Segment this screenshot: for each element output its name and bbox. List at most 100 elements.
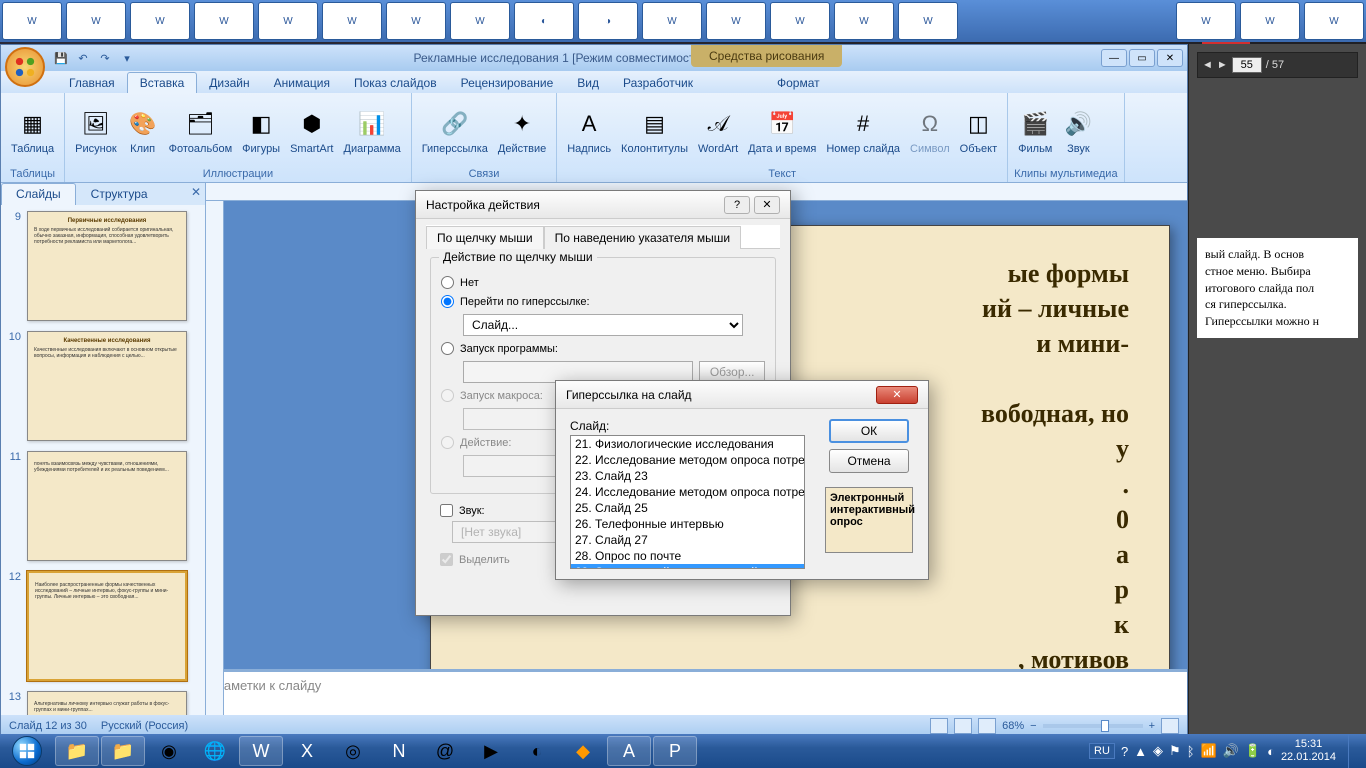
zoom-slider[interactable] — [1043, 724, 1143, 728]
tab-design[interactable]: Дизайн — [197, 73, 261, 93]
sound-button[interactable]: 🔊Звук — [1058, 105, 1098, 158]
taskbar-explorer[interactable]: 📁 — [55, 736, 99, 766]
fit-button[interactable] — [1161, 718, 1179, 734]
list-item[interactable]: 23. Слайд 23 — [571, 468, 804, 484]
radio-hyperlink[interactable]: Перейти по гиперссылке: — [441, 295, 765, 308]
slideshow-view-button[interactable] — [978, 718, 996, 734]
list-item[interactable]: 24. Исследование методом опроса потреби — [571, 484, 804, 500]
taskbar-doc[interactable]: W — [66, 2, 126, 40]
taskbar-doc[interactable]: W — [642, 2, 702, 40]
taskbar-doc[interactable]: W — [706, 2, 766, 40]
taskbar-excel[interactable]: X — [285, 736, 329, 766]
tab-animation[interactable]: Анимация — [262, 73, 342, 93]
object-button[interactable]: ◫Объект — [956, 105, 1001, 158]
taskbar-doc[interactable]: W — [130, 2, 190, 40]
qat-more-icon[interactable]: ▾ — [117, 48, 137, 68]
tray-icon[interactable]: ⚑ — [1169, 743, 1181, 759]
list-item[interactable]: 21. Физиологические исследования — [571, 436, 804, 452]
taskbar-app[interactable]: ◎ — [331, 736, 375, 766]
tab-insert[interactable]: Вставка — [127, 72, 198, 93]
tab-format[interactable]: Формат — [765, 73, 832, 93]
tab-onhover[interactable]: По наведению указателя мыши — [544, 226, 742, 249]
tray-icon[interactable]: ▲ — [1134, 744, 1147, 759]
table-button[interactable]: ▦Таблица — [7, 105, 58, 158]
taskbar-app[interactable]: ◐ — [515, 736, 559, 766]
taskbar-chrome[interactable]: 🌐 — [193, 736, 237, 766]
language-indicator[interactable]: RU — [1089, 743, 1115, 759]
list-item[interactable]: 28. Опрос по почте — [571, 548, 804, 564]
taskbar-doc[interactable]: W — [258, 2, 318, 40]
datetime-button[interactable]: 📅Дата и время — [744, 105, 820, 158]
taskbar-doc[interactable]: W — [1240, 2, 1300, 40]
close-button[interactable]: ✕ — [754, 196, 780, 214]
movie-button[interactable]: 🎬Фильм — [1014, 105, 1056, 158]
list-item[interactable]: 27. Слайд 27 — [571, 532, 804, 548]
taskbar-explorer[interactable]: 📁 — [101, 736, 145, 766]
slidenum-button[interactable]: #Номер слайда — [822, 105, 904, 158]
zoom-out-button[interactable]: − — [1030, 720, 1036, 732]
show-desktop-button[interactable] — [1348, 734, 1358, 768]
maximize-button[interactable]: ▭ — [1129, 49, 1155, 67]
tray-icon[interactable]: ◐ — [1267, 744, 1275, 759]
taskbar-doc[interactable]: W — [450, 2, 510, 40]
list-item[interactable]: 22. Исследование методом опроса потреби — [571, 452, 804, 468]
hyperlink-button[interactable]: 🔗Гиперссылка — [418, 105, 492, 158]
taskbar-acrobat[interactable]: A — [607, 736, 651, 766]
taskbar-onenote[interactable]: N — [377, 736, 421, 766]
page-input[interactable] — [1232, 57, 1262, 73]
textbox-button[interactable]: AНадпись — [563, 105, 615, 158]
sorter-view-button[interactable] — [954, 718, 972, 734]
minimize-button[interactable]: — — [1101, 49, 1127, 67]
tab-developer[interactable]: Разработчик — [611, 73, 705, 93]
tab-home[interactable]: Главная — [57, 73, 127, 93]
redo-icon[interactable]: ↷ — [95, 48, 115, 68]
language-indicator[interactable]: Русский (Россия) — [101, 720, 188, 732]
notes-pane[interactable]: Заметки к слайду — [206, 669, 1187, 715]
ok-button[interactable]: ОК — [829, 419, 909, 443]
battery-icon[interactable]: 🔋 — [1245, 743, 1261, 759]
volume-icon[interactable]: 🔊 — [1223, 743, 1239, 759]
taskbar-doc[interactable]: ◑ — [578, 2, 638, 40]
taskbar-media[interactable]: ▶ — [469, 736, 513, 766]
office-button[interactable] — [5, 47, 45, 87]
album-button[interactable]: 🗂Фотоальбом — [165, 105, 237, 158]
picture-button[interactable]: 🖼Рисунок — [71, 105, 121, 158]
bluetooth-icon[interactable]: ᛒ — [1187, 744, 1195, 759]
close-button[interactable]: ✕ — [1157, 49, 1183, 67]
taskbar-doc[interactable]: W — [194, 2, 254, 40]
shapes-button[interactable]: ◧Фигуры — [238, 105, 284, 158]
clip-button[interactable]: 🎨Клип — [123, 105, 163, 158]
next-page-icon[interactable]: ► — [1217, 59, 1228, 71]
taskbar-doc[interactable]: ◐ — [514, 2, 574, 40]
clock[interactable]: 15:3122.01.2014 — [1281, 738, 1336, 764]
radio-runprogram[interactable]: Запуск программы: — [441, 342, 765, 355]
taskbar-hp[interactable]: ◉ — [147, 736, 191, 766]
close-button[interactable]: ✕ — [876, 386, 918, 404]
radio-none[interactable]: Нет — [441, 276, 765, 289]
slide-thumb[interactable]: 13Альтернативы личному интервью служат р… — [7, 691, 199, 715]
start-button[interactable] — [0, 734, 54, 768]
slide-listbox[interactable]: 21. Физиологические исследования22. Иссл… — [570, 435, 805, 569]
help-icon[interactable]: ? — [1121, 744, 1128, 759]
slide-thumb[interactable]: 10Качественные исследованияКачественные … — [7, 331, 199, 441]
thumbnail-list[interactable]: 9Первичные исследованияВ ходе первичных … — [1, 205, 205, 715]
taskbar-doc[interactable]: W — [2, 2, 62, 40]
taskbar-doc[interactable]: W — [322, 2, 382, 40]
headerfooter-button[interactable]: ▤Колонтитулы — [617, 105, 692, 158]
taskbar-doc[interactable]: W — [1176, 2, 1236, 40]
wordart-button[interactable]: 𝒜WordArt — [694, 105, 742, 158]
outline-tab[interactable]: Структура — [76, 183, 163, 205]
taskbar-doc[interactable]: W — [770, 2, 830, 40]
undo-icon[interactable]: ↶ — [73, 48, 93, 68]
slide-thumb[interactable]: 11понять взаимосвязь между чувствами, от… — [7, 451, 199, 561]
hyperlink-select[interactable]: Слайд... — [463, 314, 743, 336]
taskbar-doc[interactable]: W — [898, 2, 958, 40]
tab-view[interactable]: Вид — [565, 73, 611, 93]
list-item[interactable]: 29. Электронный интерактивный опрос — [571, 564, 804, 569]
taskbar-app[interactable]: ◆ — [561, 736, 605, 766]
taskbar-powerpoint[interactable]: P — [653, 736, 697, 766]
list-item[interactable]: 26. Телефонные интервью — [571, 516, 804, 532]
tab-slideshow[interactable]: Показ слайдов — [342, 73, 449, 93]
prev-page-icon[interactable]: ◄ — [1202, 59, 1213, 71]
slide-thumb[interactable]: 9Первичные исследованияВ ходе первичных … — [7, 211, 199, 321]
